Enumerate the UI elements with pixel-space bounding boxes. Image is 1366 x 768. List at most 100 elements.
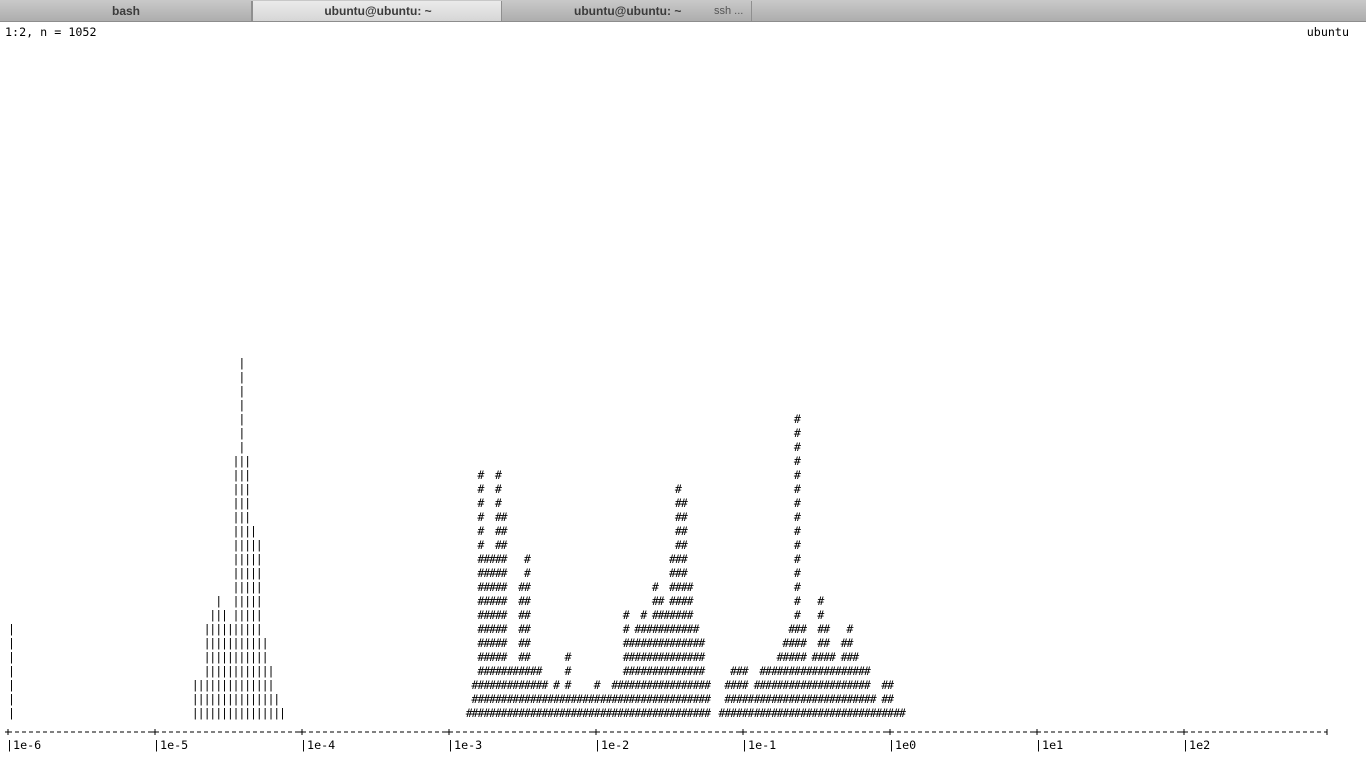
bar-glyph: # <box>640 608 648 622</box>
bar-glyph: | <box>262 650 269 664</box>
bar-glyph: | <box>262 636 269 650</box>
x-tick-label: |1e1 <box>1035 738 1063 752</box>
bar-glyph: | <box>8 650 15 664</box>
bar-glyph: # <box>864 678 872 692</box>
bar-glyph: # <box>500 636 508 650</box>
bar-glyph: # <box>794 594 802 608</box>
bar-glyph: # <box>477 524 485 538</box>
bar-glyph: # <box>594 678 602 692</box>
bar-glyph: # <box>652 580 660 594</box>
bar-glyph: # <box>565 678 573 692</box>
bar-glyph: # <box>500 594 508 608</box>
bar-glyph: # <box>495 496 503 510</box>
bar-glyph: # <box>681 524 689 538</box>
bar-glyph: | <box>238 440 245 454</box>
bar-glyph: # <box>823 622 831 636</box>
bar-glyph: | <box>256 538 263 552</box>
bar-glyph: # <box>681 496 689 510</box>
bar-glyph: # <box>794 538 802 552</box>
bar-glyph: # <box>524 580 532 594</box>
bar-glyph: # <box>477 538 485 552</box>
bar-glyph: # <box>495 482 503 496</box>
bar-glyph: # <box>794 482 802 496</box>
bar-glyph: | <box>238 356 245 370</box>
bar-glyph: | <box>244 482 251 496</box>
bar-glyph: # <box>794 496 802 510</box>
bar-glyph: # <box>742 664 750 678</box>
bar-glyph: | <box>273 692 280 706</box>
bar-glyph: # <box>477 496 485 510</box>
bar-glyph: # <box>500 608 508 622</box>
bar-glyph: # <box>477 468 485 482</box>
bar-glyph: # <box>524 594 532 608</box>
bar-glyph: # <box>794 412 802 426</box>
bar-glyph: # <box>794 552 802 566</box>
bar-glyph: # <box>887 678 895 692</box>
bar-glyph: # <box>794 440 802 454</box>
bar-glyph: | <box>8 622 15 636</box>
bar-glyph: # <box>817 608 825 622</box>
bar-glyph: | <box>267 678 274 692</box>
bar-glyph: # <box>500 552 508 566</box>
bar-glyph: # <box>852 650 860 664</box>
bar-glyph: # <box>477 482 485 496</box>
bar-glyph: # <box>794 580 802 594</box>
bar-glyph: # <box>823 636 831 650</box>
bar-glyph: # <box>698 636 706 650</box>
bar-glyph: | <box>215 594 222 608</box>
bar-glyph: # <box>553 678 561 692</box>
bar-glyph: # <box>500 566 508 580</box>
bar-glyph: # <box>899 706 907 720</box>
x-tick-label: |1e-4 <box>300 738 335 752</box>
x-tick-label: |1e-5 <box>153 738 188 752</box>
bar-glyph: # <box>500 650 508 664</box>
bar-glyph: # <box>742 678 750 692</box>
bar-glyph: # <box>800 636 808 650</box>
bar-glyph: # <box>623 622 631 636</box>
bar-glyph: # <box>698 664 706 678</box>
bar-glyph: # <box>477 510 485 524</box>
bar-glyph: # <box>704 706 712 720</box>
bar-glyph: | <box>238 398 245 412</box>
bar-glyph: # <box>500 524 508 538</box>
bar-glyph: # <box>687 608 695 622</box>
bar-glyph: | <box>267 664 274 678</box>
bar-glyph: # <box>565 664 573 678</box>
bar-glyph: | <box>8 692 15 706</box>
bar-glyph: # <box>675 482 683 496</box>
bar-glyph: # <box>536 664 544 678</box>
bar-glyph: # <box>500 510 508 524</box>
bar-glyph: # <box>495 468 503 482</box>
bar-glyph: # <box>524 552 532 566</box>
bar-glyph: # <box>794 510 802 524</box>
bar-glyph: # <box>687 580 695 594</box>
bar-glyph: # <box>704 678 712 692</box>
bar-glyph: | <box>238 412 245 426</box>
bar-glyph: # <box>623 608 631 622</box>
bar-glyph: | <box>8 636 15 650</box>
bar-glyph: | <box>8 706 15 720</box>
bar-glyph: # <box>698 650 706 664</box>
bar-glyph: # <box>794 524 802 538</box>
bar-glyph: | <box>244 496 251 510</box>
bar-glyph: # <box>687 594 695 608</box>
bar-glyph: # <box>870 692 878 706</box>
bar-glyph: | <box>244 454 251 468</box>
bar-glyph: | <box>221 608 228 622</box>
x-tick-label: |1e-2 <box>594 738 629 752</box>
bar-glyph: # <box>500 622 508 636</box>
bar-glyph: # <box>794 454 802 468</box>
bar-glyph: # <box>524 650 532 664</box>
bar-glyph: # <box>692 622 700 636</box>
bar-glyph: | <box>8 678 15 692</box>
bar-glyph: # <box>500 580 508 594</box>
histogram-bar: ### <box>704 678 712 720</box>
bar-glyph: # <box>500 538 508 552</box>
bar-glyph: | <box>256 594 263 608</box>
bar-glyph: | <box>256 552 263 566</box>
bar-glyph: | <box>256 608 263 622</box>
bar-glyph: # <box>657 594 665 608</box>
x-tick-label: |1e0 <box>888 738 916 752</box>
bar-glyph: # <box>524 636 532 650</box>
bar-glyph: | <box>279 706 286 720</box>
